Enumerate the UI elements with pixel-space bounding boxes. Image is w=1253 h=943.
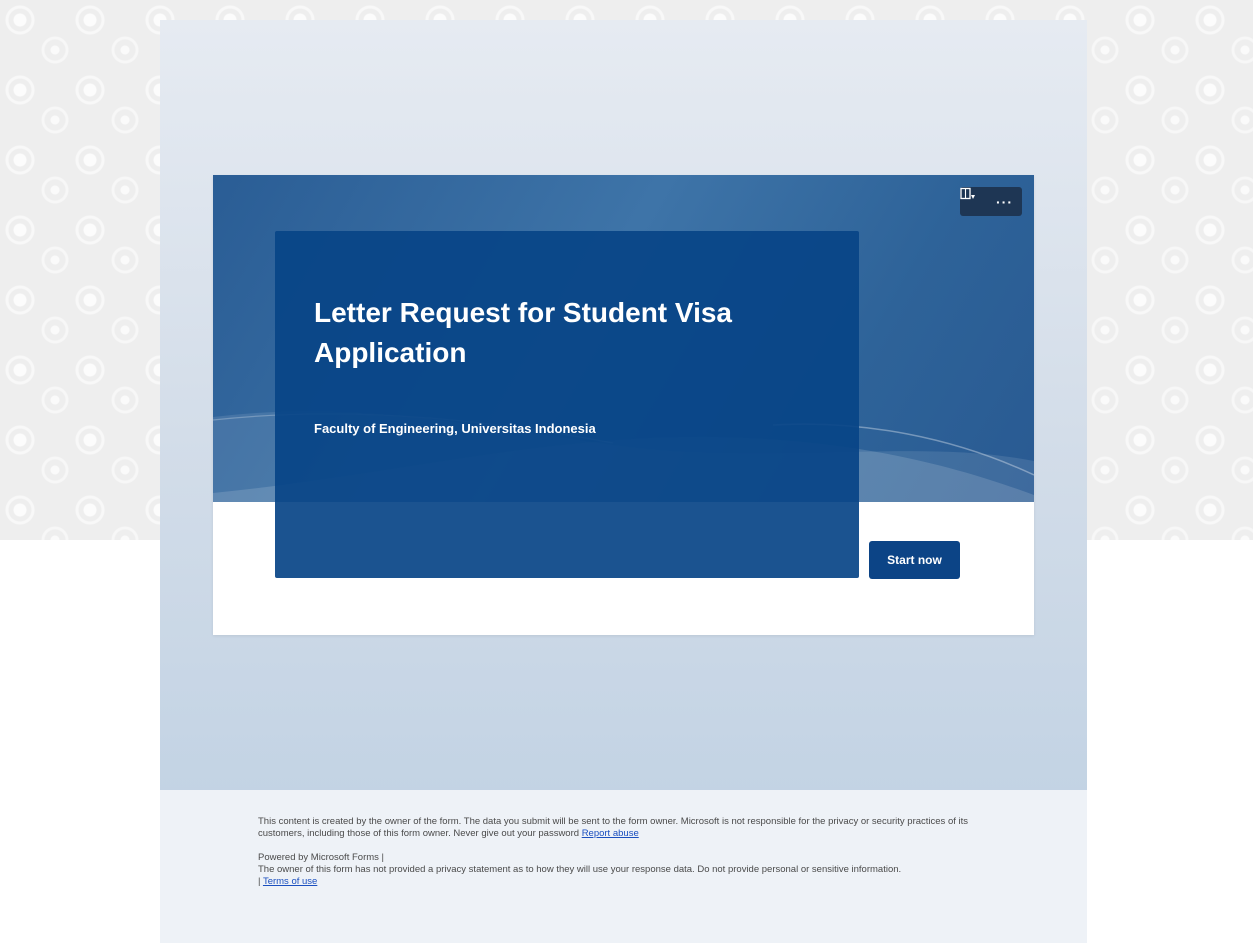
- report-abuse-link[interactable]: Report abuse: [582, 828, 639, 839]
- form-title: Letter Request for Student Visa Applicat…: [314, 297, 733, 368]
- powered-by-text: Powered by Microsoft Forms |: [258, 852, 385, 863]
- page-footer: This content is created by the owner of …: [160, 790, 1087, 943]
- privacy-notice-text: The owner of this form has not provided …: [258, 864, 902, 875]
- title-panel: Letter Request for Student Visa Applicat…: [275, 231, 859, 578]
- more-options-button[interactable]: ···: [993, 191, 1017, 213]
- start-now-button[interactable]: Start now: [869, 541, 960, 579]
- form-page: ··· Letter Request for Student Visa Appl…: [160, 20, 1087, 943]
- terms-line: | Terms of use: [258, 876, 998, 888]
- terms-of-use-link[interactable]: Terms of use: [263, 876, 317, 887]
- form-welcome-card: ··· Letter Request for Student Visa Appl…: [213, 175, 1034, 635]
- footer-text: This content is created by the owner of …: [258, 816, 998, 888]
- form-subtitle: Faculty of Engineering, Universitas Indo…: [314, 421, 596, 436]
- immersive-reader-icon: [960, 187, 975, 200]
- more-options-icon: ···: [996, 193, 1013, 210]
- disclaimer-paragraph: This content is created by the owner of …: [258, 816, 998, 840]
- immersive-reader-button[interactable]: [960, 187, 990, 213]
- form-toolbar: ···: [960, 187, 1022, 216]
